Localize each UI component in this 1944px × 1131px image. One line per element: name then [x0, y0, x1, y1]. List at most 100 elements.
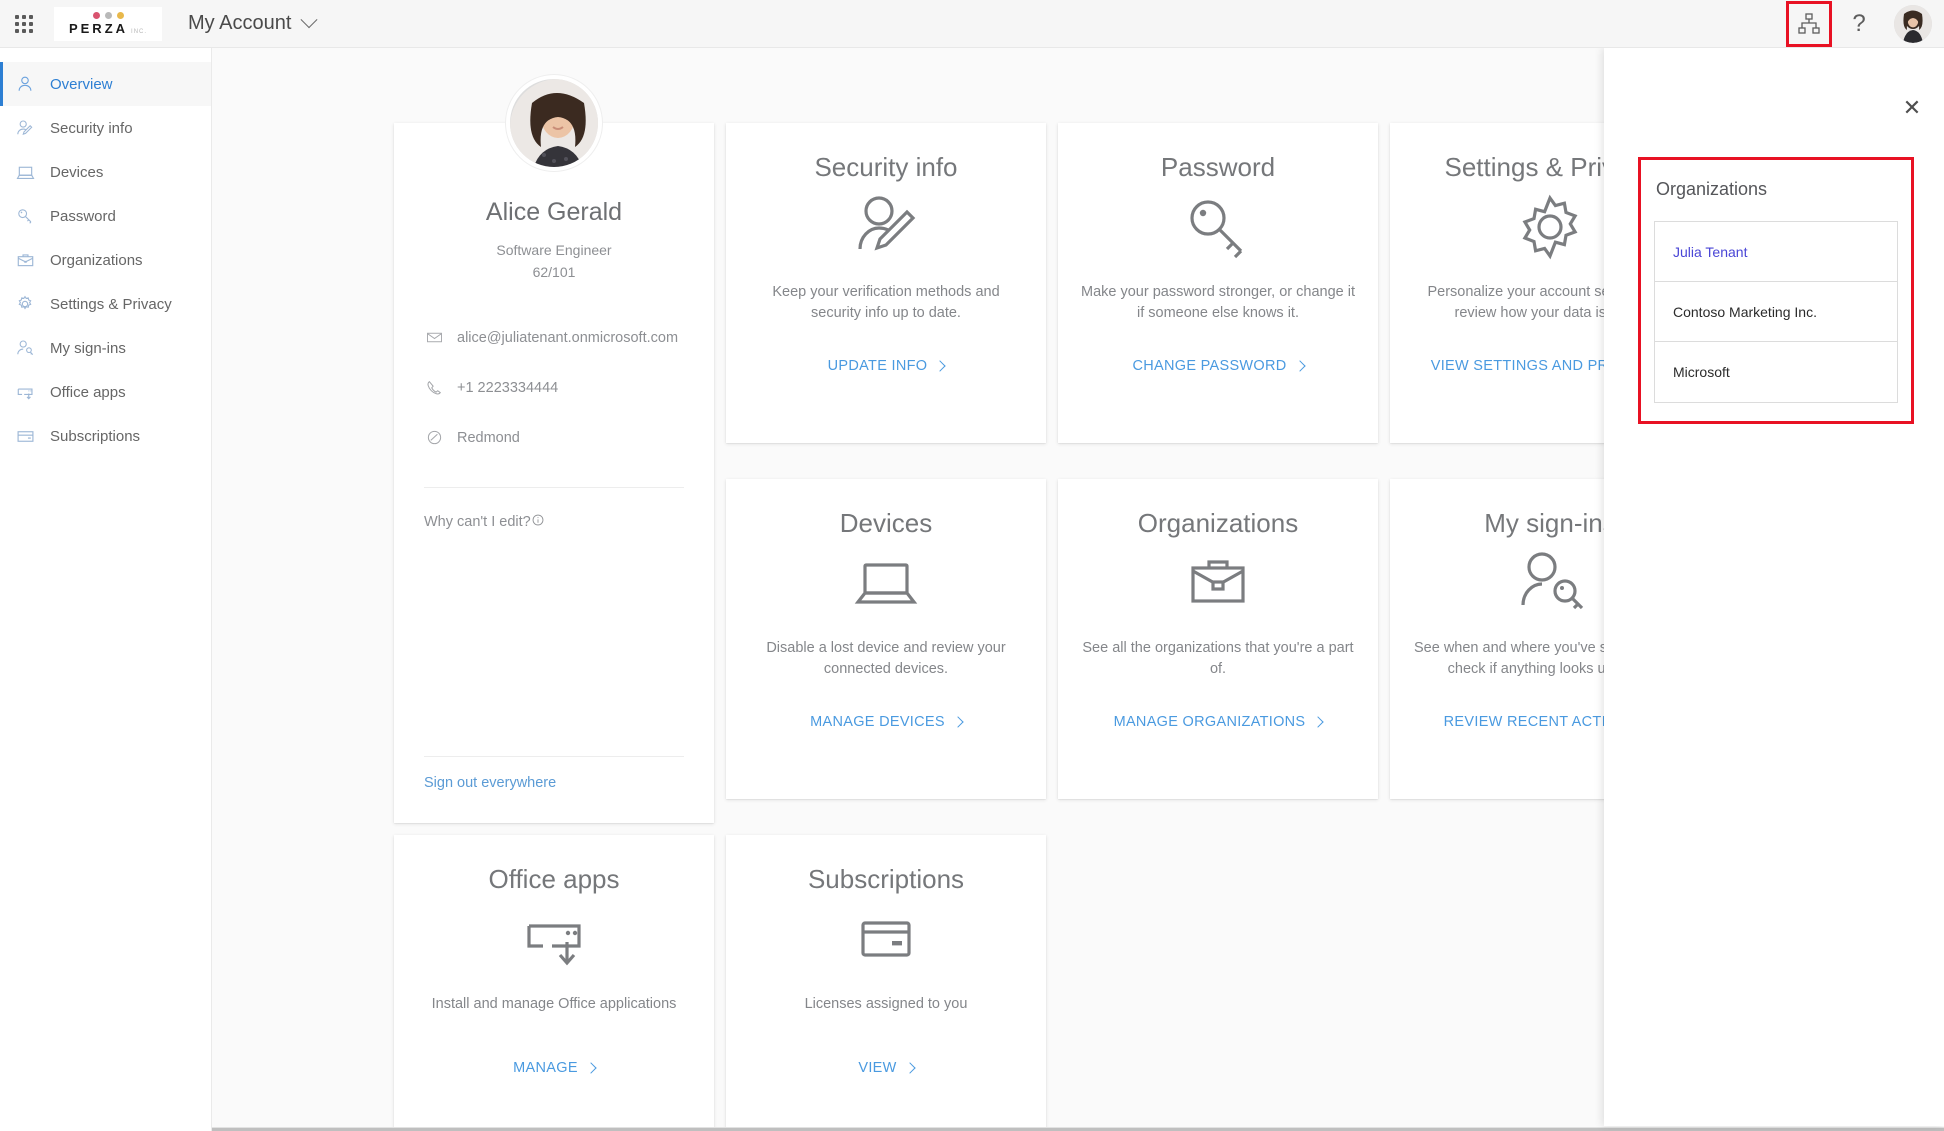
sidebar-item-label: Security info — [50, 119, 133, 137]
update-info-link[interactable]: UPDATE INFO — [827, 358, 947, 375]
user-avatar-button[interactable] — [1894, 4, 1932, 43]
card-link-wrap: UPDATE INFO — [827, 324, 947, 443]
card-organizations[interactable]: Organizations See all the organizations … — [1058, 479, 1378, 799]
key-icon — [1181, 184, 1255, 270]
chevron-right-icon — [585, 1062, 597, 1074]
person-edit-icon — [849, 184, 923, 270]
card-office-apps[interactable]: Office apps Install and manage Office ap… — [394, 835, 714, 1131]
card-link-label: MANAGE ORGANIZATIONS — [1113, 714, 1306, 731]
laptop-icon — [14, 161, 36, 183]
card-description: Disable a lost device and review your co… — [766, 639, 1006, 677]
sidebar-item-devices[interactable]: Devices — [0, 150, 211, 194]
location-icon — [424, 429, 444, 446]
mail-icon — [424, 329, 444, 346]
card-link-wrap: CHANGE PASSWORD — [1132, 324, 1306, 443]
card-password[interactable]: Password Make your password stronger, or… — [1058, 123, 1378, 443]
card-security-info[interactable]: Security info Keep your verification met… — [726, 123, 1046, 443]
person-key-icon — [1513, 540, 1587, 626]
sidebar-item-label: Settings & Privacy — [50, 295, 172, 313]
card-link-label: CHANGE PASSWORD — [1132, 358, 1287, 375]
close-icon[interactable]: ✕ — [1898, 94, 1926, 122]
sidebar-item-my-sign-ins[interactable]: My sign-ins — [0, 326, 211, 370]
chevron-right-icon — [952, 716, 964, 728]
sidebar-navigation: Overview Security info Devices Password … — [0, 48, 212, 1131]
why-cant-i-edit-link[interactable]: Why can't I edit? — [424, 514, 544, 530]
manage-office-apps-link[interactable]: MANAGE — [513, 1059, 597, 1076]
info-icon[interactable] — [532, 514, 544, 526]
organizations-panel-title: Organizations — [1656, 179, 1768, 199]
profile-phone: +1 2223334444 — [457, 379, 559, 396]
sidebar-item-overview[interactable]: Overview — [0, 62, 211, 106]
profile-avatar — [506, 75, 602, 171]
gear-icon — [14, 293, 36, 315]
sign-out-everywhere-link[interactable]: Sign out everywhere — [424, 757, 684, 791]
help-icon: ? — [1852, 9, 1866, 37]
chevron-right-icon — [934, 360, 947, 372]
why-cant-i-edit-label: Why can't I edit? — [424, 513, 531, 530]
sidebar-item-subscriptions[interactable]: Subscriptions — [0, 414, 211, 458]
account-menu-label: My Account — [188, 12, 292, 34]
profile-name: Alice Gerald — [485, 198, 623, 226]
sidebar-item-label: Subscriptions — [50, 427, 141, 445]
sidebar-item-organizations[interactable]: Organizations — [0, 238, 211, 282]
organizations-flyout-panel: ✕ Organizations Julia Tenant Contoso Mar… — [1604, 48, 1944, 1126]
card-title: Office apps — [488, 864, 620, 894]
card-title: Subscriptions — [807, 864, 965, 894]
sidebar-item-password[interactable]: Password — [0, 194, 211, 238]
card-link-label: MANAGE — [513, 1059, 578, 1076]
list-item[interactable]: Julia Tenant — [1655, 222, 1897, 282]
card-link-label: VIEW — [858, 1059, 897, 1076]
sidebar-item-label: Password — [50, 207, 116, 225]
card-description: Licenses assigned to you — [804, 995, 968, 1012]
person-key-icon — [14, 337, 36, 359]
card-title: My sign-ins — [1484, 508, 1616, 538]
card-description: Make your password stronger, or change i… — [1080, 283, 1356, 321]
manage-devices-link[interactable]: MANAGE DEVICES — [810, 714, 964, 731]
office-download-icon — [517, 896, 591, 982]
card-title: Devices — [839, 508, 933, 538]
sidebar-item-security-info[interactable]: Security info — [0, 106, 211, 150]
profile-job-title: Software Engineer — [496, 242, 612, 258]
list-item[interactable]: Contoso Marketing Inc. — [1655, 282, 1897, 342]
change-password-link[interactable]: CHANGE PASSWORD — [1132, 358, 1306, 375]
chevron-right-icon — [1312, 716, 1325, 728]
app-root: PERZA INC. My Account ? Overview Securit… — [0, 0, 1944, 1131]
profile-card: Alice Gerald Software Engineer 62/101 al… — [394, 75, 714, 823]
sidebar-item-settings-privacy[interactable]: Settings & Privacy — [0, 282, 211, 326]
card-link-wrap: VIEW — [858, 1015, 916, 1131]
org-chart-icon — [1798, 12, 1820, 34]
card-icon — [849, 896, 923, 982]
sidebar-item-office-apps[interactable]: Office apps — [0, 370, 211, 414]
person-edit-icon — [14, 117, 36, 139]
list-item[interactable]: Microsoft — [1655, 342, 1897, 402]
laptop-icon — [849, 540, 923, 626]
profile-divider — [424, 486, 684, 488]
key-icon — [14, 205, 36, 227]
org-chart-icon-button[interactable] — [1786, 0, 1832, 47]
card-link-wrap: MANAGE DEVICES — [810, 680, 964, 799]
brand-suffix: INC. — [131, 28, 148, 35]
sidebar-item-label: Office apps — [50, 383, 126, 401]
card-subscriptions[interactable]: Subscriptions Licenses assigned to you V… — [726, 835, 1046, 1131]
card-title: Organizations — [1137, 508, 1299, 538]
account-menu-button[interactable]: My Account — [188, 10, 318, 35]
profile-contact-rows: alice@juliatenant.onmicrosoft.com +1 222… — [424, 313, 684, 463]
card-link-label: MANAGE DEVICES — [810, 714, 945, 731]
manage-organizations-link[interactable]: MANAGE ORGANIZATIONS — [1113, 714, 1325, 731]
app-launcher-button[interactable] — [0, 0, 48, 48]
card-icon — [14, 425, 36, 447]
profile-employee-id: 62/101 — [532, 264, 576, 281]
briefcase-icon — [14, 249, 36, 271]
card-devices[interactable]: Devices Disable a lost device and review… — [726, 479, 1046, 799]
brand-logo[interactable]: PERZA INC. — [54, 6, 162, 41]
card-title: Password — [1160, 152, 1276, 182]
profile-location-row: Redmond — [424, 413, 684, 463]
card-link-label: UPDATE INFO — [827, 358, 928, 375]
profile-email: alice@juliatenant.onmicrosoft.com — [457, 329, 679, 346]
profile-phone-row: +1 2223334444 — [424, 363, 684, 413]
chevron-right-icon — [1293, 360, 1306, 372]
help-button[interactable]: ? — [1836, 1, 1882, 47]
topbar-right-actions: ? — [1786, 0, 1944, 48]
sidebar-item-label: My sign-ins — [50, 339, 126, 357]
view-subscriptions-link[interactable]: VIEW — [858, 1059, 916, 1076]
